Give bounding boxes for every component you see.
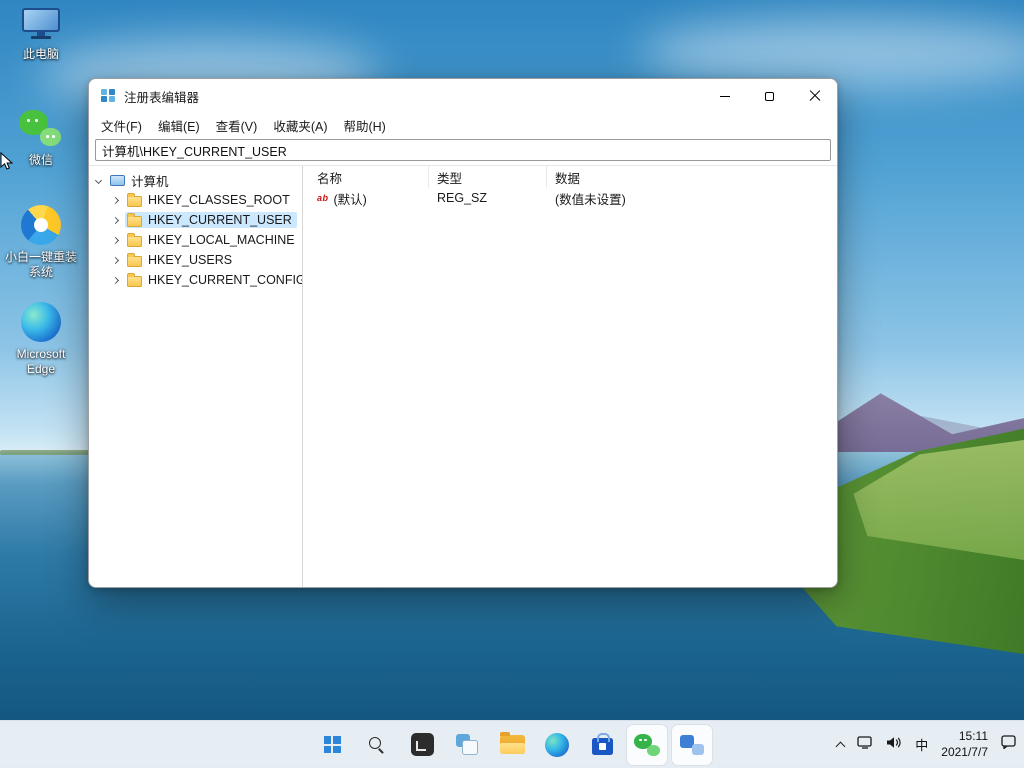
clock-time: 15:11 [958, 728, 988, 743]
tree-item-hkey-current-user[interactable]: HKEY_CURRENT_USER [89, 210, 302, 230]
window-title: 注册表编辑器 [124, 90, 200, 105]
menu-edit[interactable]: 编辑(E) [150, 113, 208, 138]
tree-item-hkey-classes-root[interactable]: HKEY_CLASSES_ROOT [89, 190, 302, 210]
xiaobai-reinstall-icon [21, 205, 61, 245]
this-pc-icon [21, 8, 61, 42]
file-explorer-icon [499, 732, 525, 754]
taskbar-app-dark[interactable] [402, 725, 442, 765]
folder-icon [127, 193, 142, 207]
desktop-icon-edge[interactable]: Microsoft Edge [2, 302, 80, 377]
chevron-down-icon[interactable] [94, 176, 103, 184]
ime-indicator[interactable]: 中 [915, 735, 928, 754]
string-value-icon: ab [317, 193, 329, 203]
chevron-right-icon[interactable] [111, 276, 120, 284]
desktop[interactable]: 此电脑 微信 小白一键重装系统 Microsoft Edge 注册表编辑器 文件… [0, 0, 1024, 768]
edge-button[interactable] [537, 725, 577, 765]
window-titlebar[interactable]: 注册表编辑器 [89, 79, 837, 113]
desktop-icon-label: 微信 [28, 153, 53, 167]
tree-item-label: HKEY_CLASSES_ROOT [148, 193, 290, 207]
store-button[interactable] [582, 725, 622, 765]
tree-item-label: 计算机 [131, 174, 169, 189]
tree-item-hkey-current-config[interactable]: HKEY_CURRENT_CONFIG [89, 270, 302, 290]
value-data: (数值未设置) [555, 192, 626, 207]
wechat-taskbar-button[interactable] [627, 724, 667, 765]
caption-buttons [702, 79, 837, 113]
taskbar-center [312, 724, 712, 765]
search-button[interactable] [357, 725, 397, 765]
desktop-icon-label: 此电脑 [22, 47, 59, 61]
app-icon-dark [410, 733, 434, 756]
start-button[interactable] [312, 725, 352, 765]
tree-item-computer[interactable]: 计算机 [89, 170, 302, 190]
system-tray: 中 15:11 2021/7/7 [835, 721, 1016, 768]
column-header-type[interactable]: 类型 [429, 166, 547, 188]
close-button[interactable] [792, 79, 837, 113]
wechat-icon [19, 108, 63, 148]
task-view-button[interactable] [447, 725, 487, 765]
tree-item-label: HKEY_CURRENT_CONFIG [148, 273, 303, 287]
computer-icon [110, 174, 125, 186]
display-icon[interactable] [857, 735, 873, 754]
tree-item-hkey-users[interactable]: HKEY_USERS [89, 250, 302, 270]
desktop-icon-label: Microsoft Edge [16, 347, 66, 376]
list-header: 名称 类型 数据 [309, 166, 837, 188]
menu-help[interactable]: 帮助(H) [335, 113, 393, 138]
desktop-icon-label: 小白一键重装系统 [4, 250, 77, 279]
address-bar [89, 137, 837, 166]
running-app-button[interactable] [672, 724, 712, 765]
chevron-right-icon[interactable] [111, 196, 120, 204]
window-body: 计算机 HKEY_CLASSES_ROOT HKEY_CURRENT_USER [89, 166, 837, 587]
chevron-right-icon[interactable] [111, 256, 120, 264]
column-header-name[interactable]: 名称 [309, 166, 429, 188]
taskbar: 中 15:11 2021/7/7 [0, 720, 1024, 768]
tree-item-label: HKEY_USERS [148, 253, 233, 267]
registry-editor-window: 注册表编辑器 文件(F) 编辑(E) 查看(V) 收藏夹(A) 帮助(H) 计算… [88, 78, 838, 588]
clock-date: 2021/7/7 [941, 744, 988, 759]
app-icon-people [680, 734, 704, 755]
tree-item-hkey-local-machine[interactable]: HKEY_LOCAL_MACHINE [89, 230, 302, 250]
registry-values-pane[interactable]: 名称 类型 数据 ab (默认) REG_SZ (数值未设置) [303, 166, 837, 587]
store-icon [591, 733, 613, 755]
search-icon [369, 736, 385, 753]
file-explorer-button[interactable] [492, 725, 532, 765]
desktop-icon-this-pc[interactable]: 此电脑 [2, 8, 80, 62]
maximize-icon [765, 91, 774, 101]
selected-tree-item[interactable]: HKEY_CURRENT_USER [125, 212, 297, 228]
task-view-icon [456, 734, 478, 755]
desktop-icon-xiaobai[interactable]: 小白一键重装系统 [2, 205, 80, 280]
close-icon [809, 90, 821, 102]
menu-favorites[interactable]: 收藏夹(A) [265, 113, 335, 138]
tree-item-label: HKEY_LOCAL_MACHINE [148, 233, 295, 247]
column-header-data[interactable]: 数据 [547, 166, 837, 188]
minimize-button[interactable] [702, 79, 747, 113]
menu-file[interactable]: 文件(F) [93, 113, 150, 138]
registry-value-row[interactable]: ab (默认) REG_SZ (数值未设置) [309, 188, 837, 208]
folder-icon [127, 233, 142, 247]
wechat-icon [634, 733, 660, 756]
volume-icon[interactable] [886, 736, 902, 754]
maximize-button[interactable] [747, 79, 792, 113]
menu-bar: 文件(F) 编辑(E) 查看(V) 收藏夹(A) 帮助(H) [89, 113, 837, 137]
desktop-icon-wechat[interactable]: 微信 [2, 108, 80, 168]
folder-icon [127, 273, 142, 287]
address-input[interactable] [95, 139, 831, 161]
taskbar-clock[interactable]: 15:11 2021/7/7 [941, 729, 988, 760]
edge-icon [545, 732, 569, 757]
registry-editor-icon [101, 88, 116, 104]
menu-view[interactable]: 查看(V) [208, 113, 266, 138]
chevron-up-icon[interactable] [835, 741, 846, 751]
chevron-right-icon[interactable] [111, 236, 120, 244]
notification-icon[interactable] [1001, 735, 1016, 754]
value-name: (默认) [333, 192, 367, 207]
registry-tree-pane[interactable]: 计算机 HKEY_CLASSES_ROOT HKEY_CURRENT_USER [89, 166, 303, 587]
value-type: REG_SZ [437, 191, 488, 205]
folder-icon [127, 253, 142, 267]
minimize-icon [719, 95, 730, 97]
edge-icon [21, 302, 61, 342]
folder-icon [127, 213, 142, 227]
chevron-right-icon[interactable] [111, 216, 120, 224]
windows-logo-icon [323, 736, 341, 753]
tree-item-label: HKEY_CURRENT_USER [148, 213, 292, 227]
